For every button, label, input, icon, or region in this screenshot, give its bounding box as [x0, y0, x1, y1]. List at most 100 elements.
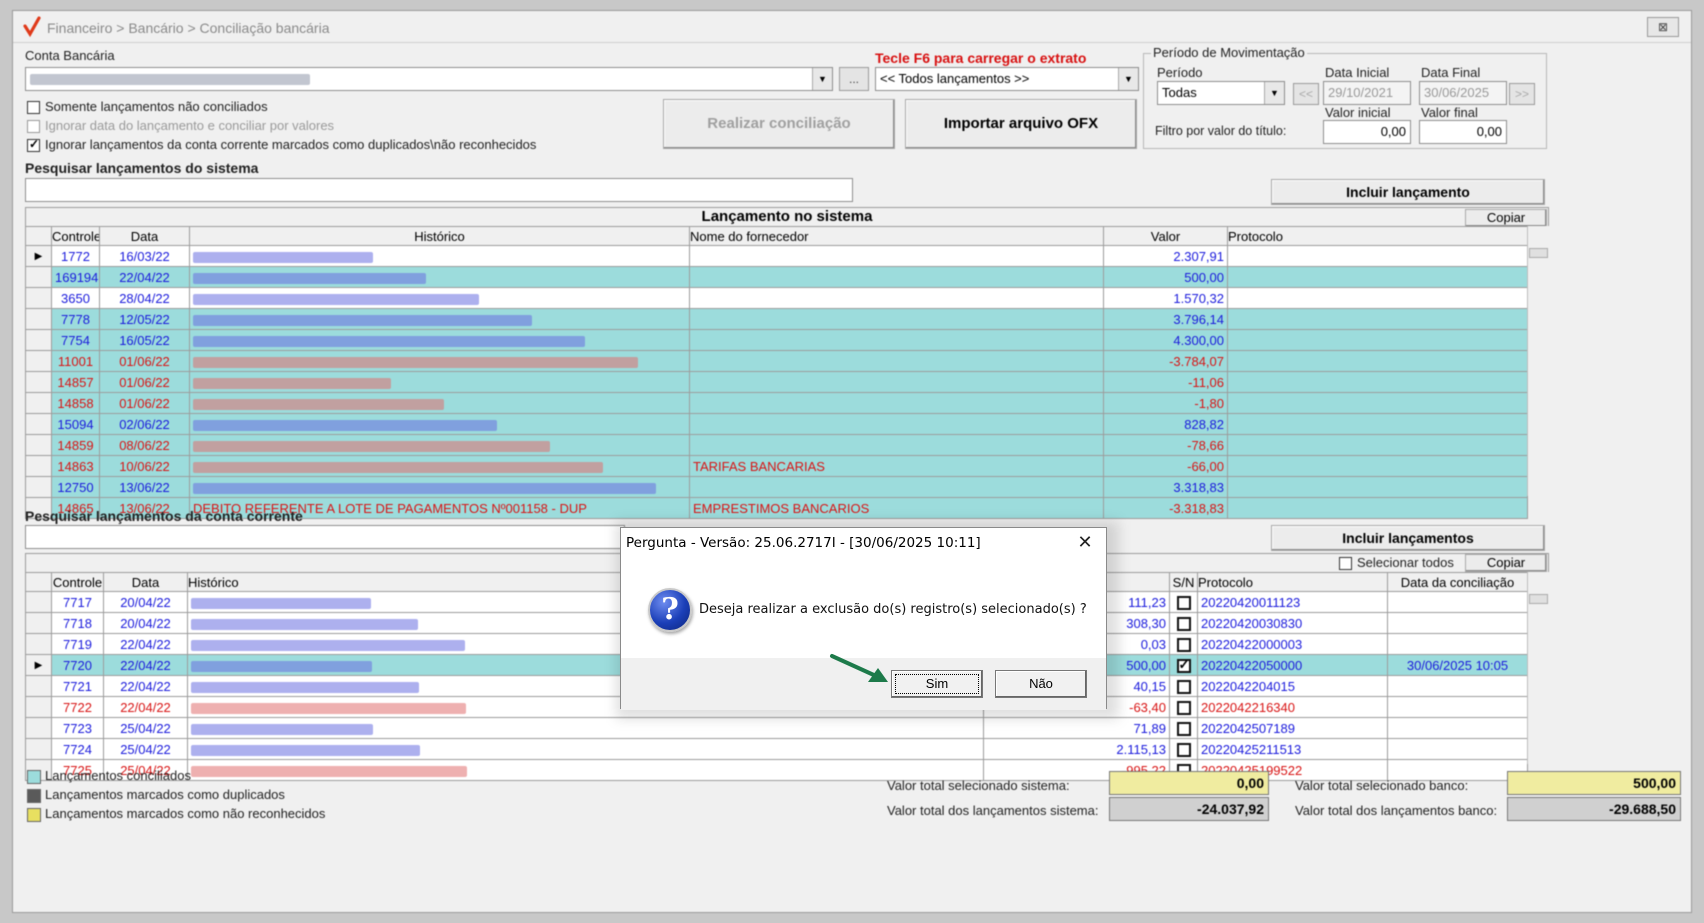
chk-ignorar-data[interactable] — [27, 120, 40, 133]
cell-historico[interactable] — [187, 759, 984, 781]
cell-historico[interactable] — [189, 350, 690, 372]
cell-fornecedor[interactable] — [689, 434, 1104, 456]
cell-historico[interactable] — [189, 413, 690, 435]
sn-checkbox[interactable] — [1176, 742, 1191, 757]
dialog-close-icon[interactable]: ✕ — [1074, 532, 1096, 554]
sn-checkbox[interactable] — [1176, 657, 1191, 673]
sn-checkbox[interactable] — [1176, 700, 1191, 715]
cell-protocolo[interactable] — [1227, 476, 1528, 498]
cell-sn[interactable] — [1169, 654, 1198, 676]
cell-fornecedor[interactable] — [689, 476, 1104, 498]
cell-controle[interactable]: 15094 — [51, 413, 100, 435]
cell-data[interactable]: 01/06/22 — [99, 392, 190, 414]
cell-protocolo[interactable] — [1227, 434, 1528, 456]
cell-protocolo[interactable] — [1227, 266, 1528, 288]
cell-valor[interactable]: 500,00 — [1103, 266, 1228, 288]
pesquisar-banco-input[interactable] — [25, 525, 625, 549]
cell-valor[interactable]: -3.318,83 — [1103, 497, 1228, 519]
cell-sn[interactable] — [1169, 591, 1198, 613]
periodo-prev-button[interactable]: << — [1293, 83, 1319, 105]
cell-fornecedor[interactable] — [689, 371, 1104, 393]
table-row[interactable]: 14857 01/06/22 -11,06 — [25, 371, 1528, 393]
cell-fornecedor[interactable] — [689, 287, 1104, 309]
sn-checkbox[interactable] — [1176, 616, 1191, 631]
col-data[interactable]: Data — [99, 226, 190, 246]
sn-checkbox[interactable] — [1176, 637, 1191, 652]
banco-scrollbar[interactable] — [1527, 572, 1549, 764]
sistema-grid[interactable]: Controle Data Histórico Nome do forneced… — [25, 226, 1528, 519]
cell-sn[interactable] — [1169, 612, 1198, 634]
periodo-select[interactable]: Todas ▼ — [1157, 81, 1285, 105]
data-final-input[interactable]: 30/06/2025 — [1419, 81, 1507, 105]
cell-controle[interactable]: 7723 — [51, 717, 104, 739]
importar-ofx-button[interactable]: Importar arquivo OFX — [905, 99, 1137, 149]
cell-data[interactable]: 22/04/22 — [103, 696, 188, 718]
cell-controle[interactable]: 3650 — [51, 287, 100, 309]
cell-data[interactable]: 08/06/22 — [99, 434, 190, 456]
cell-data[interactable]: 22/04/22 — [103, 654, 188, 676]
cell-protocolo[interactable]: 2022042216340 — [1197, 696, 1388, 718]
data-inicial-input[interactable]: 29/10/2021 — [1323, 81, 1411, 105]
cell-protocolo[interactable]: 20220420011123 — [1197, 591, 1388, 613]
chk-nao-conciliados[interactable] — [27, 101, 40, 114]
cell-controle[interactable]: 7718 — [51, 612, 104, 634]
cell-protocolo[interactable] — [1227, 413, 1528, 435]
cell-valor[interactable]: -11,06 — [1103, 371, 1228, 393]
cell-fornecedor[interactable] — [689, 350, 1104, 372]
selecionar-todos-checkbox[interactable] — [1339, 557, 1352, 570]
cell-controle[interactable]: 7724 — [51, 738, 104, 760]
cell-protocolo[interactable] — [1227, 371, 1528, 393]
cell-data[interactable]: 20/04/22 — [103, 612, 188, 634]
sistema-scrollbar[interactable] — [1527, 226, 1549, 496]
cell-protocolo[interactable] — [1227, 308, 1528, 330]
cell-valor[interactable]: 1.570,32 — [1103, 287, 1228, 309]
col-protocolo[interactable]: Protocolo — [1197, 572, 1388, 592]
extrato-select[interactable]: << Todos lançamentos >> ▼ — [875, 67, 1139, 91]
cell-protocolo[interactable] — [1227, 392, 1528, 414]
cell-data-conciliacao[interactable] — [1387, 717, 1528, 739]
banco-copiar-button[interactable]: Copiar — [1465, 554, 1547, 572]
cell-data[interactable]: 01/06/22 — [99, 350, 190, 372]
sistema-copiar-button[interactable]: Copiar — [1465, 209, 1547, 227]
cell-protocolo[interactable] — [1227, 455, 1528, 477]
cell-data-conciliacao[interactable] — [1387, 591, 1528, 613]
cell-controle[interactable]: 14858 — [51, 392, 100, 414]
cell-historico[interactable] — [189, 245, 690, 267]
cell-protocolo[interactable]: 20220420030830 — [1197, 612, 1388, 634]
cell-data[interactable]: 25/04/22 — [103, 717, 188, 739]
cell-fornecedor[interactable] — [689, 266, 1104, 288]
cell-controle[interactable]: 1772 — [51, 245, 100, 267]
valor-final-input[interactable]: 0,00 — [1419, 120, 1507, 144]
cell-historico[interactable] — [189, 308, 690, 330]
cell-sn[interactable] — [1169, 717, 1198, 739]
cell-data-conciliacao[interactable] — [1387, 696, 1528, 718]
conta-bancaria-select[interactable]: ▼ — [25, 67, 833, 91]
incluir-lancamento-button[interactable]: Incluir lançamento — [1271, 179, 1545, 205]
cell-data[interactable]: 12/05/22 — [99, 308, 190, 330]
incluir-lancamentos-button[interactable]: Incluir lançamentos — [1271, 525, 1545, 551]
cell-protocolo[interactable]: 2022042507189 — [1197, 717, 1388, 739]
cell-protocolo[interactable] — [1227, 350, 1528, 372]
cell-fornecedor[interactable]: TARIFAS BANCARIAS — [689, 455, 1104, 477]
table-row[interactable]: ▶ 1772 16/03/22 2.307,91 — [25, 245, 1528, 267]
cell-sn[interactable] — [1169, 675, 1198, 697]
scroll-thumb[interactable] — [1529, 594, 1548, 604]
cell-historico[interactable] — [187, 717, 984, 739]
table-row[interactable]: 11001 01/06/22 -3.784,07 — [25, 350, 1528, 372]
cell-data[interactable]: 25/04/22 — [103, 738, 188, 760]
table-row[interactable]: 7778 12/05/22 3.796,14 — [25, 308, 1528, 330]
cell-data-conciliacao[interactable] — [1387, 738, 1528, 760]
cell-data[interactable]: 01/06/22 — [99, 371, 190, 393]
col-data[interactable]: Data — [103, 572, 188, 592]
realizar-conciliacao-button[interactable]: Realizar conciliação — [663, 99, 895, 149]
chk-ignorar-duplicados[interactable] — [27, 137, 40, 152]
cell-data[interactable]: 13/06/22 — [99, 476, 190, 498]
col-data-conciliacao[interactable]: Data da conciliação — [1387, 572, 1528, 592]
cell-data[interactable]: 28/04/22 — [99, 287, 190, 309]
cell-valor[interactable]: -66,00 — [1103, 455, 1228, 477]
table-row[interactable]: 7754 16/05/22 4.300,00 — [25, 329, 1528, 351]
cell-sn[interactable] — [1169, 696, 1198, 718]
cell-controle[interactable]: 12750 — [51, 476, 100, 498]
cell-data-conciliacao[interactable] — [1387, 633, 1528, 655]
cell-data[interactable]: 16/03/22 — [99, 245, 190, 267]
